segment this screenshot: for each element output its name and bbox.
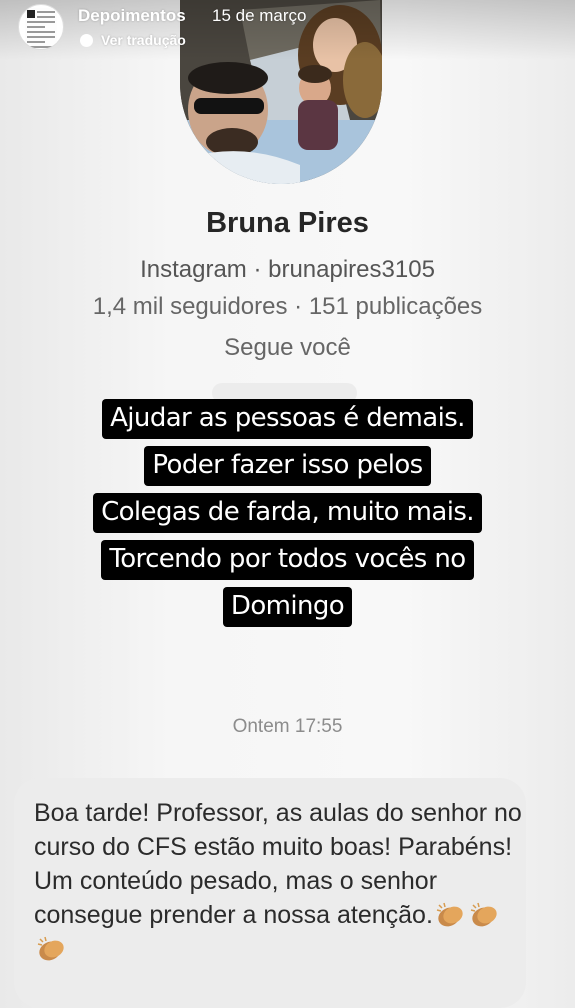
caption-line: Torcendo por todos vocês no xyxy=(109,544,466,574)
caption-line: Poder fazer isso pelos xyxy=(152,450,423,480)
caption-line: Domingo xyxy=(230,591,345,621)
story-header: Depoimentos 15 de março Ver tradução xyxy=(0,0,575,60)
caption-line: Colegas de farda, muito mais. xyxy=(101,497,474,527)
message-content: Boa tarde! Professor, as aulas do senhor… xyxy=(34,796,524,966)
profile-name[interactable]: Bruna Pires xyxy=(0,207,575,240)
caption-text: Ajudar as pessoas é demais. Poder fazer i… xyxy=(93,399,482,627)
caption-line: Ajudar as pessoas é demais. xyxy=(110,403,465,433)
clapping-hands-icon xyxy=(469,901,501,929)
globe-icon xyxy=(80,33,93,47)
story-date: 15 de março xyxy=(212,6,307,25)
story-account-name[interactable]: Depoimentos xyxy=(78,6,186,26)
profile-stats: 1,4 mil seguidores · 151 publicações xyxy=(92,293,483,320)
document-thumbnail-icon xyxy=(25,8,57,48)
clapping-hands-icon xyxy=(435,901,467,929)
clapping-hands-icon xyxy=(36,935,68,963)
story-caption: Ajudar as pessoas é demais. Poder fazer i… xyxy=(40,395,535,630)
story-account-avatar[interactable] xyxy=(18,4,64,50)
translate-button[interactable]: Ver tradução xyxy=(80,32,186,48)
message-timestamp: Ontem 17:55 xyxy=(232,716,343,737)
translate-label: Ver tradução xyxy=(101,32,186,48)
profile-platform-handle: Instagram · brunapires3105 xyxy=(140,256,435,283)
profile-follows-status: Segue você xyxy=(224,334,351,361)
